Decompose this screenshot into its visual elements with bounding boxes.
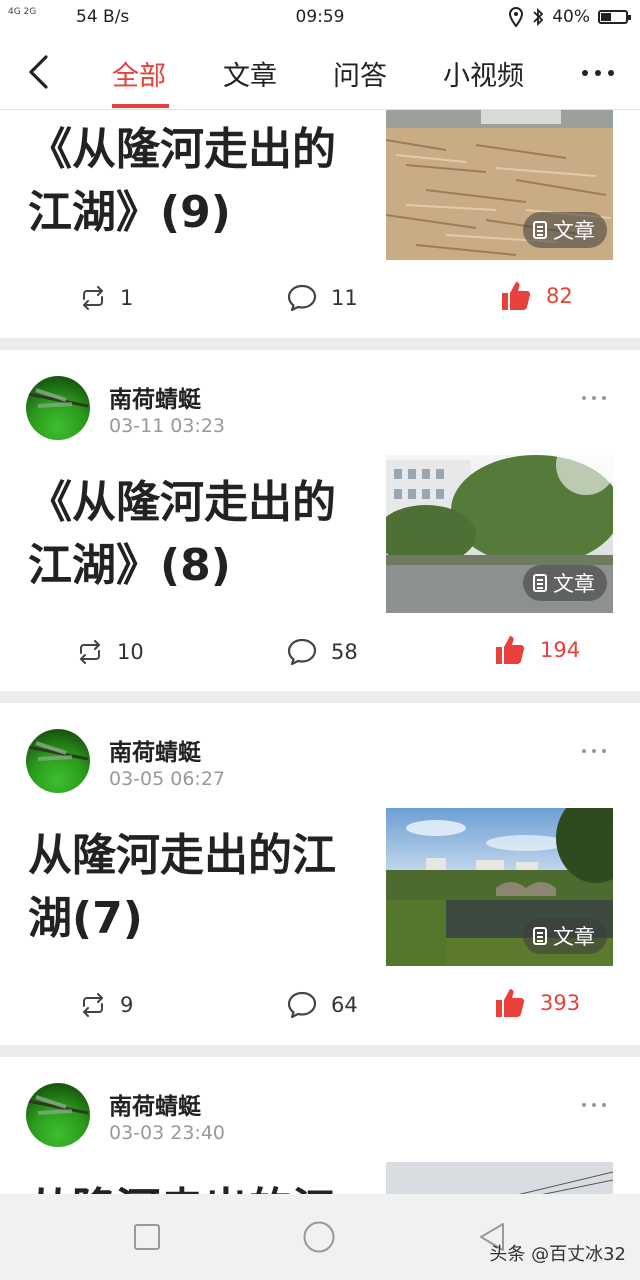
battery-level [601, 13, 611, 21]
thumbs-up-icon [496, 636, 525, 664]
document-icon [533, 221, 547, 239]
comment-icon [287, 284, 317, 312]
feed-card[interactable]: 南荷蜻蜓 03-05 06:27 从隆河走出的江湖(7) 文章 9 64 393 [0, 703, 640, 1045]
like-button[interactable]: 393 [494, 987, 580, 1019]
tag-label: 文章 [553, 572, 595, 596]
post-date: 03-05 06:27 [109, 768, 226, 790]
tab-short-video[interactable]: 小视频 [443, 54, 524, 93]
watermark: 头条 @百丈冰32 [489, 1244, 626, 1265]
repost-button[interactable]: 9 [80, 993, 133, 1017]
active-tab-indicator [112, 104, 169, 108]
comment-count: 64 [331, 993, 358, 1017]
article-title[interactable]: 《从隆河走出的江湖》(9) [28, 118, 363, 244]
article-title[interactable]: 《从隆河走出的江湖》(8) [28, 471, 363, 597]
like-button[interactable]: 194 [494, 634, 580, 666]
repost-count: 10 [117, 640, 144, 664]
repost-count: 1 [120, 286, 134, 310]
like-count: 82 [546, 284, 573, 308]
status-bar: 4G 2G 54 B/s 09:59 40% [0, 0, 640, 34]
post-date: 03-11 03:23 [109, 415, 226, 437]
card-more-icon[interactable] [582, 749, 606, 753]
battery-percent: 40% [552, 7, 590, 27]
comment-button[interactable]: 58 [287, 638, 358, 666]
author-name[interactable]: 南荷蜻蜓 [109, 733, 201, 767]
status-right: 40% [508, 7, 631, 27]
home-icon[interactable] [303, 1221, 335, 1253]
avatar[interactable] [26, 729, 90, 793]
document-icon [533, 574, 547, 592]
repost-button[interactable]: 10 [77, 640, 144, 664]
back-arrow-icon[interactable] [24, 54, 54, 90]
article-thumbnail[interactable]: 文章 [386, 110, 613, 260]
comment-button[interactable]: 11 [287, 284, 358, 312]
post-date: 03-03 23:40 [109, 1122, 226, 1144]
comment-count: 11 [331, 286, 358, 310]
tab-qa[interactable]: 问答 [333, 54, 387, 93]
tab-all[interactable]: 全部 [112, 54, 166, 93]
feed-card[interactable]: 南荷蜻蜓 03-11 03:23 《从隆河走出的江湖》(8) 文章 10 58 … [0, 350, 640, 691]
like-button[interactable]: 82 [500, 280, 573, 312]
author-name[interactable]: 南荷蜻蜓 [109, 380, 201, 414]
tab-articles[interactable]: 文章 [223, 54, 277, 93]
dragonfly-image [27, 1095, 89, 1115]
thumbnail-image [386, 1162, 613, 1194]
repost-count: 9 [120, 993, 134, 1017]
repost-icon [83, 993, 103, 1017]
more-menu-icon[interactable] [582, 70, 614, 76]
card-more-icon[interactable] [582, 396, 606, 400]
comment-count: 58 [331, 640, 358, 664]
repost-icon [83, 286, 103, 310]
repost-button[interactable]: 1 [80, 286, 133, 310]
article-title[interactable]: 从隆河走出的江 [28, 1178, 363, 1194]
like-count: 393 [540, 991, 581, 1015]
comment-icon [287, 638, 317, 666]
feed-card[interactable]: 南荷蜻蜓 03-03 23:40 从隆河走出的江 [0, 1057, 640, 1194]
repost-icon [80, 640, 100, 664]
article-tag: 文章 [523, 565, 607, 601]
recent-apps-icon[interactable] [134, 1224, 160, 1250]
dragonfly-image [27, 741, 89, 761]
bluetooth-icon [533, 7, 544, 27]
avatar[interactable] [26, 376, 90, 440]
battery-icon [598, 10, 631, 24]
comment-icon [287, 991, 317, 1019]
tag-label: 文章 [553, 219, 595, 243]
article-tag: 文章 [523, 212, 607, 248]
card-more-icon[interactable] [582, 1103, 606, 1107]
feed-card[interactable]: 《从隆河走出的江湖》(9) 文章 1 11 82 [0, 110, 640, 338]
avatar[interactable] [26, 1083, 90, 1147]
top-nav: 全部 文章 问答 小视频 [0, 34, 640, 110]
author-name[interactable]: 南荷蜻蜓 [109, 1087, 201, 1121]
like-count: 194 [540, 638, 581, 662]
comment-button[interactable]: 64 [287, 991, 358, 1019]
thumbs-up-icon [502, 282, 531, 310]
thumbs-up-icon [496, 989, 525, 1017]
article-thumbnail[interactable]: 文章 [386, 808, 613, 966]
article-thumbnail[interactable]: 文章 [386, 455, 613, 613]
article-tag: 文章 [523, 918, 607, 954]
tag-label: 文章 [553, 925, 595, 949]
article-thumbnail[interactable] [386, 1162, 613, 1194]
system-nav-bar: 头条 @百丈冰32 [0, 1194, 640, 1280]
document-icon [533, 927, 547, 945]
article-title[interactable]: 从隆河走出的江湖(7) [28, 824, 363, 950]
location-icon [509, 7, 524, 27]
dragonfly-image [27, 388, 89, 408]
